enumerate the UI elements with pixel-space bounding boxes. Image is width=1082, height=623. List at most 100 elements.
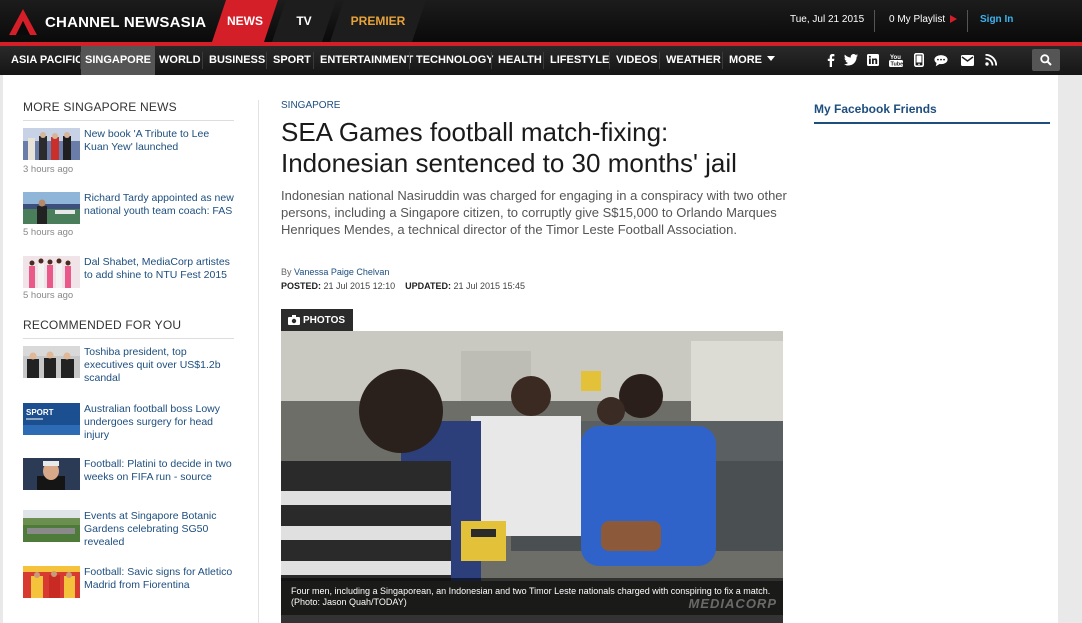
top-bar: CHANNEL NEWSASIA NEWS TV PREMIER Tue, Ju… [0, 0, 1082, 42]
posted-time: 21 Jul 2015 12:10 [323, 281, 396, 291]
tab-premier[interactable]: PREMIER [330, 0, 426, 42]
news-thumbnail[interactable] [23, 346, 80, 378]
divider [313, 52, 314, 69]
news-timestamp: 5 hours ago [23, 227, 74, 238]
news-title[interactable]: New book 'A Tribute to Lee Kuan Yew' lau… [84, 128, 236, 154]
article-photo[interactable]: Four men, including a Singaporean, an In… [281, 331, 783, 623]
nav-item-world[interactable]: WORLD [159, 46, 201, 75]
nav-item-weather[interactable]: WEATHER [666, 46, 721, 75]
logo[interactable]: CHANNEL NEWSASIA [9, 9, 206, 35]
nav-more-menu[interactable]: MORE [729, 46, 775, 75]
posted-label: POSTED: [281, 281, 322, 291]
news-title[interactable]: Events at Singapore Botanic Gardens cele… [84, 510, 236, 549]
byline: By Vanessa Paige Chelvan [281, 267, 389, 277]
list-item[interactable]: Events at Singapore Botanic Gardens cele… [23, 510, 238, 570]
divider [609, 52, 610, 69]
photos-tab[interactable]: PHOTOS [281, 309, 353, 331]
byline-prefix: By [281, 267, 292, 277]
tab-tv[interactable]: TV [272, 0, 336, 42]
nav-item-technology[interactable]: TECHNOLOGY [416, 46, 494, 75]
divider [409, 52, 410, 69]
divider [659, 52, 660, 69]
news-thumbnail[interactable]: SPORT [23, 403, 80, 435]
article-summary: Indonesian national Nasiruddin was charg… [281, 188, 787, 237]
divider [23, 338, 234, 339]
nav-item-health[interactable]: HEALTH [498, 46, 542, 75]
article-headline: SEA Games football match-fixing: Indones… [281, 117, 737, 178]
chat-icon[interactable] [934, 53, 948, 67]
news-title[interactable]: Football: Savic signs for Atletico Madri… [84, 566, 236, 592]
divider [967, 10, 968, 32]
camera-icon [288, 315, 300, 325]
news-title[interactable]: Australian football boss Lowy undergoes … [84, 403, 236, 442]
photo-watermark: MEDIACORP [688, 596, 777, 611]
facebook-friends-heading: My Facebook Friends [814, 102, 937, 116]
photo-controls [281, 615, 783, 623]
updated-label: UPDATED: [405, 281, 451, 291]
section-label[interactable]: SINGAPORE [281, 100, 340, 111]
news-title[interactable]: Richard Tardy appointed as new national … [84, 192, 236, 218]
news-title[interactable]: Dal Shabet, MediaCorp artistes to add sh… [84, 256, 236, 282]
news-timestamp: 3 hours ago [23, 164, 74, 175]
nav-item-entertainment[interactable]: ENTERTAINMENT [320, 46, 413, 75]
divider [874, 10, 875, 32]
more-news-heading: MORE SINGAPORE NEWS [23, 100, 177, 114]
search-button[interactable] [1032, 49, 1060, 71]
list-item[interactable]: Football: Savic signs for Atletico Madri… [23, 566, 238, 623]
divider [266, 52, 267, 69]
list-item[interactable]: Dal Shabet, MediaCorp artistes to add sh… [23, 256, 238, 316]
news-thumbnail[interactable] [23, 458, 80, 490]
list-item[interactable]: New book 'A Tribute to Lee Kuan Yew' lau… [23, 128, 238, 188]
news-title[interactable]: Football: Platini to decide in two weeks… [84, 458, 236, 484]
article-meta: POSTED: 21 Jul 2015 12:10 UPDATED: 21 Ju… [281, 281, 525, 291]
recommended-heading: RECOMMENDED FOR YOU [23, 318, 182, 332]
news-thumbnail[interactable] [23, 192, 80, 224]
divider [23, 120, 234, 121]
updated-time: 21 Jul 2015 15:45 [453, 281, 526, 291]
sign-in-link[interactable]: Sign In [980, 0, 1013, 42]
facebook-icon[interactable] [824, 53, 838, 67]
nav-item-business[interactable]: BUSINESS [209, 46, 265, 75]
search-icon [1040, 54, 1052, 66]
nav-item-singapore[interactable]: SINGAPORE [81, 46, 155, 75]
twitter-icon[interactable] [844, 53, 858, 67]
divider [722, 52, 723, 69]
thumb-label: SPORT [26, 408, 54, 417]
list-item[interactable]: Football: Platini to decide in two weeks… [23, 458, 238, 518]
news-timestamp: 5 hours ago [23, 290, 74, 301]
nav-item-lifestyle[interactable]: LIFESTYLE [550, 46, 609, 75]
list-item[interactable]: SPORT Australian football boss Lowy unde… [23, 403, 238, 463]
photos-label: PHOTOS [303, 314, 346, 326]
linkedin-icon[interactable] [866, 53, 880, 67]
nav-item-videos[interactable]: VIDEOS [616, 46, 658, 75]
divider [814, 122, 1050, 124]
chevron-down-icon [767, 56, 775, 61]
nav-item-asia-pacific[interactable]: ASIA PACIFIC [11, 46, 83, 75]
news-title[interactable]: Toshiba president, top executives quit o… [84, 346, 236, 385]
brand-name: CHANNEL NEWSASIA [45, 13, 207, 31]
current-date: Tue, Jul 21 2015 [790, 14, 865, 25]
logo-mark-icon [9, 9, 37, 35]
divider [202, 52, 203, 69]
divider [543, 52, 544, 69]
news-thumbnail[interactable] [23, 566, 80, 598]
list-item[interactable]: Toshiba president, top executives quit o… [23, 346, 238, 406]
nav-item-sport[interactable]: SPORT [273, 46, 311, 75]
nav-more-label: MORE [729, 54, 762, 66]
main-nav: ASIA PACIFIC SINGAPORE WORLD BUSINESS SP… [0, 46, 1082, 75]
rss-icon[interactable] [984, 53, 998, 67]
divider [491, 52, 492, 69]
news-thumbnail[interactable] [23, 256, 80, 288]
divider [258, 100, 259, 623]
mail-icon[interactable] [960, 53, 974, 67]
mobile-icon[interactable] [912, 53, 926, 67]
author-link[interactable]: Vanessa Paige Chelvan [294, 267, 389, 277]
list-item[interactable]: Richard Tardy appointed as new national … [23, 192, 238, 252]
play-icon [950, 15, 957, 23]
news-thumbnail[interactable] [23, 510, 80, 542]
svg-text:Tube: Tube [891, 62, 904, 68]
playlist-link[interactable]: 0 My Playlist [889, 0, 945, 42]
tab-news[interactable]: NEWS [212, 0, 278, 42]
youtube-icon[interactable]: You Tube [889, 53, 903, 67]
news-thumbnail[interactable] [23, 128, 80, 160]
